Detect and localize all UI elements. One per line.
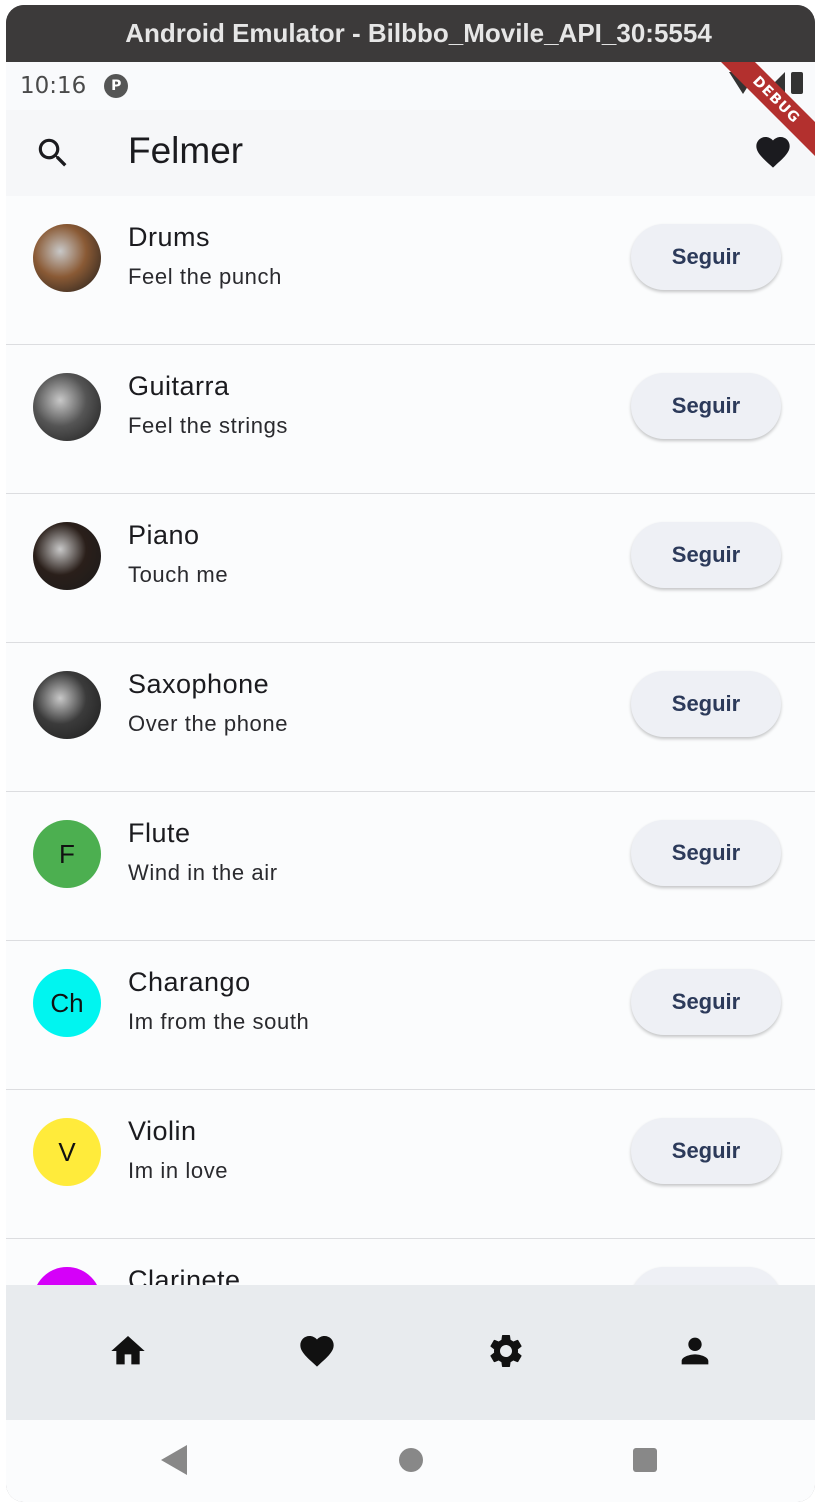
list-item[interactable]: Piano Touch me Seguir — [6, 494, 815, 643]
battery-icon — [791, 72, 803, 94]
avatar-initials: V — [58, 1136, 76, 1167]
item-subtitle: Im in love — [128, 1158, 229, 1183]
avatar-initials: F — [59, 838, 75, 869]
status-bar: 10:16 P — [6, 62, 815, 110]
item-subtitle: Im from the south — [128, 1009, 310, 1034]
page-title: Felmer — [128, 130, 244, 171]
item-title: Guitarra — [128, 371, 230, 401]
item-subtitle: Wind in the air — [128, 860, 278, 885]
avatar: Ch — [33, 969, 101, 1037]
status-time: 10:16 — [20, 73, 87, 99]
list-item[interactable]: Drums Feel the punch Seguir — [6, 196, 815, 345]
window-title: Android Emulator - Bilbbo_Movile_API_30:… — [125, 18, 712, 48]
follow-button[interactable]: Seguir — [631, 1118, 781, 1184]
avatar-photo — [33, 522, 101, 590]
favorites-heart-icon[interactable] — [751, 132, 795, 172]
list-item[interactable]: Ch Charango Im from the south Seguir — [6, 941, 815, 1090]
home-circle-icon[interactable] — [399, 1448, 423, 1472]
avatar-initials: Ch — [50, 987, 84, 1018]
system-navigation-bar — [6, 1420, 815, 1502]
list-item[interactable]: Guitarra Feel the strings Seguir — [6, 345, 815, 494]
item-title: Saxophone — [128, 669, 270, 699]
avatar-photo — [33, 671, 101, 739]
follow-button[interactable]: Seguir — [631, 671, 781, 737]
list-item[interactable]: F Flute Wind in the air Seguir — [6, 792, 815, 941]
follow-button[interactable]: Seguir — [631, 820, 781, 886]
person-icon[interactable] — [675, 1331, 715, 1371]
item-subtitle: Feel the punch — [128, 264, 282, 289]
avatar: F — [33, 820, 101, 888]
avatar-photo — [33, 224, 101, 292]
item-subtitle: Feel the strings — [128, 413, 289, 438]
item-title: Piano — [128, 520, 200, 550]
instrument-list: Drums Feel the punch Seguir Guitarra Feel th… — [6, 196, 815, 1388]
search-icon[interactable] — [34, 134, 72, 172]
item-title: Flute — [128, 818, 191, 848]
emulator-window: Android Emulator - Bilbbo_Movile_API_30:… — [6, 5, 815, 1502]
follow-button[interactable]: Seguir — [631, 969, 781, 1035]
gear-icon[interactable] — [486, 1331, 526, 1371]
list-item[interactable]: Saxophone Over the phone Seguir — [6, 643, 815, 792]
item-title: Drums — [128, 222, 210, 252]
home-icon[interactable] — [108, 1331, 148, 1371]
avatar: V — [33, 1118, 101, 1186]
item-title: Violin — [128, 1116, 197, 1146]
follow-button[interactable]: Seguir — [631, 522, 781, 588]
notification-app-icon: P — [104, 74, 129, 98]
window-titlebar: Android Emulator - Bilbbo_Movile_API_30:… — [6, 5, 815, 62]
app-bar: Felmer — [6, 110, 815, 196]
follow-button[interactable]: Seguir — [631, 224, 781, 290]
follow-button[interactable]: Seguir — [631, 373, 781, 439]
recents-icon[interactable] — [633, 1448, 657, 1472]
item-subtitle: Touch me — [128, 562, 229, 587]
heart-icon[interactable] — [297, 1331, 337, 1371]
bottom-navigation — [6, 1285, 815, 1420]
avatar-photo — [33, 373, 101, 441]
list-item[interactable]: V Violin Im in love Seguir — [6, 1090, 815, 1239]
device-screen: 10:16 P DEBUG Felmer Drums Feel the punch… — [6, 62, 815, 1502]
item-title: Charango — [128, 967, 251, 997]
item-subtitle: Over the phone — [128, 711, 289, 736]
back-icon[interactable] — [161, 1445, 187, 1475]
